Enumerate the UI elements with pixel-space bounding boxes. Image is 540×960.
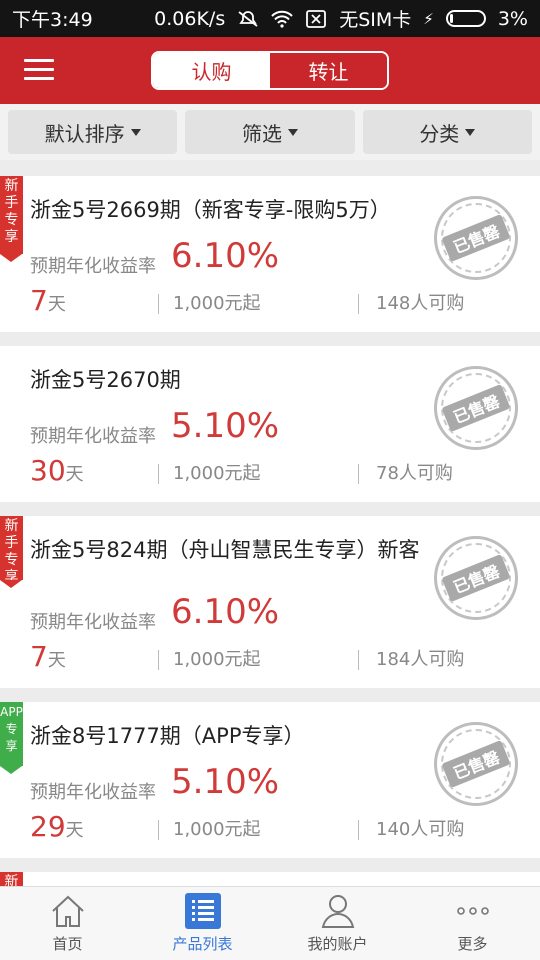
sim-status: 无SIM卡 <box>339 9 412 31</box>
term-days: 29天 <box>30 810 84 843</box>
mute-icon <box>238 10 258 27</box>
term-days: 30天 <box>30 454 84 487</box>
sort-dropdown[interactable]: 默认排序 <box>8 110 178 154</box>
yield-value: 6.10% <box>171 592 280 632</box>
buyers-count: 140人可购 <box>358 820 464 840</box>
app-exclusive-badge: APP专享 <box>0 702 23 774</box>
app-header: 认购 转让 <box>0 37 540 104</box>
nav-account-label: 我的账户 <box>307 935 368 953</box>
yield-value: 5.10% <box>171 406 280 446</box>
caret-down-icon <box>287 128 298 136</box>
more-icon <box>456 907 489 915</box>
filter-bar: 默认排序 筛选 分类 <box>0 104 540 160</box>
product-card[interactable]: 新手专享 浙金5号2669期（新客专享-限购5万） 预期年化收益率 6.10% … <box>0 176 540 332</box>
product-list: 新手专享 浙金5号2669期（新客专享-限购5万） 预期年化收益率 6.10% … <box>0 160 540 886</box>
term-days: 7天 <box>30 284 66 317</box>
product-title: 浙金5号2669期（新客专享-限购5万） <box>30 198 391 222</box>
nav-product-list-label: 产品列表 <box>172 935 233 953</box>
min-investment: 1,000元起 <box>158 650 261 670</box>
segment-control: 认购 转让 <box>151 51 389 90</box>
charging-icon: ⚡ <box>423 9 434 28</box>
battery-percent: 3% <box>497 7 528 30</box>
min-investment: 1,000元起 <box>158 464 261 484</box>
buyers-count: 78人可购 <box>358 464 453 484</box>
user-icon <box>321 895 354 928</box>
sold-out-stamp: 已售罄 <box>434 196 518 280</box>
nav-account[interactable]: 我的账户 <box>270 887 405 960</box>
yield-label: 预期年化收益率 <box>30 782 156 803</box>
min-investment: 1,000元起 <box>158 294 261 314</box>
tab-subscribe[interactable]: 认购 <box>153 53 270 88</box>
sold-out-stamp: 已售罄 <box>434 722 518 806</box>
home-icon <box>51 895 84 927</box>
yield-value: 6.10% <box>171 236 280 276</box>
nav-home[interactable]: 首页 <box>0 887 135 960</box>
nav-home-label: 首页 <box>52 935 83 953</box>
product-card[interactable]: 浙金5号2670期 预期年化收益率 5.10% 30天 1,000元起 78人可… <box>0 346 540 502</box>
yield-label: 预期年化收益率 <box>30 612 156 633</box>
product-title: 浙金8号1777期（APP专享） <box>30 724 305 748</box>
product-card[interactable]: APP专享 浙金8号1777期（APP专享） 预期年化收益率 5.10% 29天… <box>0 702 540 858</box>
no-sim-icon <box>306 9 327 28</box>
status-bar: 下午3:49 0.06K/s 无SIM卡 ⚡ 3% <box>0 0 540 37</box>
menu-button[interactable] <box>24 59 54 81</box>
buyers-count: 184人可购 <box>358 650 464 670</box>
network-speed: 0.06K/s <box>154 7 226 30</box>
caret-down-icon <box>130 128 141 136</box>
newbie-badge: 新手专享 <box>0 516 23 588</box>
nav-more-label: 更多 <box>457 935 488 953</box>
product-title: 浙金5号2670期 <box>30 368 181 392</box>
newbie-badge: 新手专享 <box>0 176 23 262</box>
yield-label: 预期年化收益率 <box>30 426 156 447</box>
nav-product-list[interactable]: 产品列表 <box>135 887 270 960</box>
sold-out-stamp: 已售罄 <box>434 366 518 450</box>
status-time: 下午3:49 <box>12 9 93 31</box>
sold-out-stamp: 已售罄 <box>434 536 518 620</box>
product-card[interactable]: 新 <box>0 872 540 886</box>
bottom-nav: 首页 产品列表 我的账户 更多 <box>0 886 540 960</box>
tab-transfer[interactable]: 转让 <box>270 53 387 88</box>
category-dropdown[interactable]: 分类 <box>362 110 532 154</box>
newbie-badge: 新 <box>0 872 23 886</box>
yield-label: 预期年化收益率 <box>30 256 156 277</box>
filter-dropdown[interactable]: 筛选 <box>185 110 355 154</box>
list-icon <box>184 893 221 929</box>
product-title: 浙金5号824期（舟山智慧民生专享）新客 <box>30 538 420 562</box>
nav-more[interactable]: 更多 <box>405 887 540 960</box>
buyers-count: 148人可购 <box>358 294 464 314</box>
caret-down-icon <box>465 128 476 136</box>
wifi-icon <box>271 10 293 28</box>
product-card[interactable]: 新手专享 浙金5号824期（舟山智慧民生专享）新客 预期年化收益率 6.10% … <box>0 516 540 688</box>
term-days: 7天 <box>30 640 66 673</box>
battery-icon <box>445 10 486 27</box>
min-investment: 1,000元起 <box>158 820 261 840</box>
yield-value: 5.10% <box>171 762 280 802</box>
hamburger-icon <box>24 59 54 62</box>
